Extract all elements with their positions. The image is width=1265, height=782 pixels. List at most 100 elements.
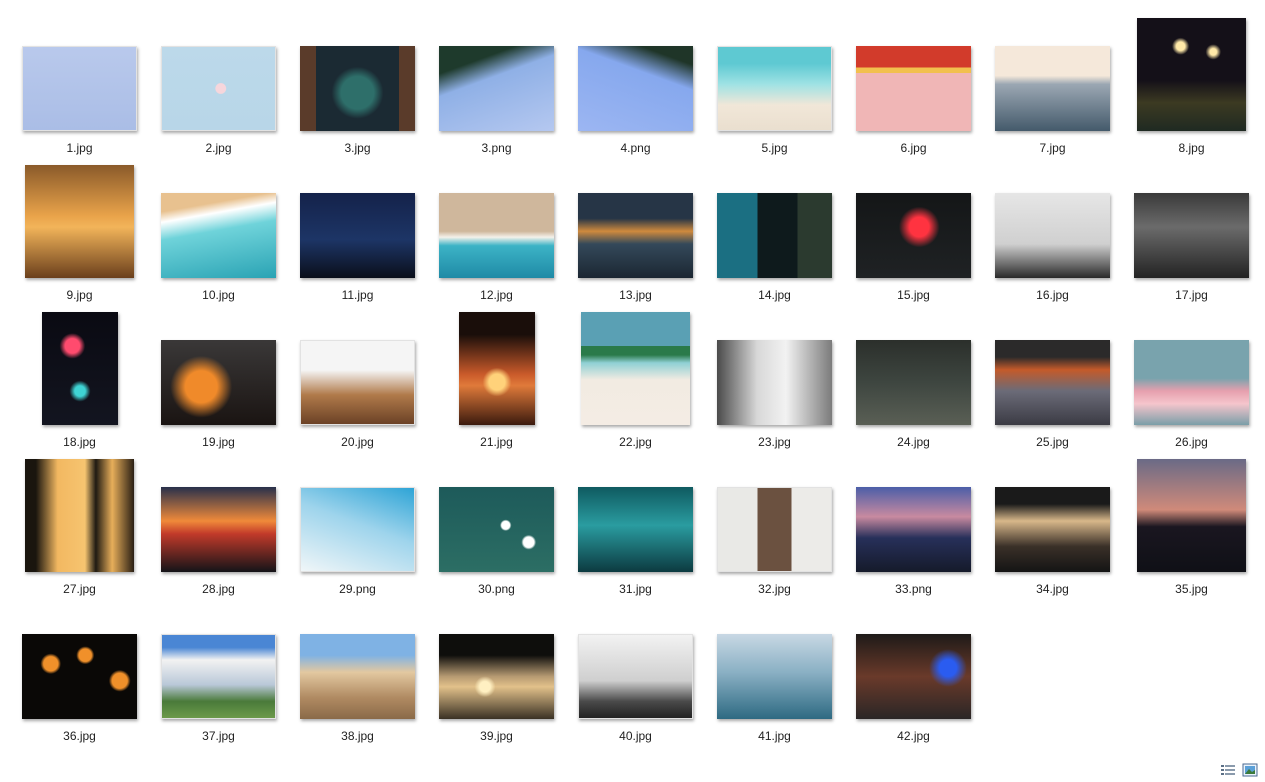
thumbnail-frame (427, 165, 566, 282)
thumbnail-frame (566, 18, 705, 135)
file-name-label: 39.jpg (480, 729, 513, 743)
thumbnail-frame (844, 606, 983, 723)
thumbnail-frame (566, 165, 705, 282)
thumbnail-frame (10, 606, 149, 723)
file-item[interactable]: 41.jpg (705, 606, 844, 753)
file-item[interactable]: 22.jpg (566, 312, 705, 459)
file-item[interactable]: 39.jpg (427, 606, 566, 753)
thumbnail-frame (705, 18, 844, 135)
file-name-label: 2.jpg (205, 141, 232, 155)
file-name-label: 8.jpg (1178, 141, 1205, 155)
file-item[interactable]: 3.jpg (288, 18, 427, 165)
file-item[interactable]: 14.jpg (705, 165, 844, 312)
file-name-label: 4.png (620, 141, 651, 155)
file-name-label: 16.jpg (1036, 288, 1069, 302)
file-name-label: 30.png (478, 582, 515, 596)
file-name-label: 11.jpg (341, 288, 374, 302)
file-item[interactable]: 32.jpg (705, 459, 844, 606)
file-item[interactable]: 30.png (427, 459, 566, 606)
file-item[interactable]: 18.jpg (10, 312, 149, 459)
thumbnail-frame (288, 165, 427, 282)
large-icons-view-button[interactable] (1242, 763, 1258, 777)
file-item[interactable]: 3.png (427, 18, 566, 165)
file-item[interactable]: 34.jpg (983, 459, 1122, 606)
thumbnail-frame (288, 18, 427, 135)
file-item[interactable]: 24.jpg (844, 312, 983, 459)
thumbnail-image (439, 487, 554, 572)
file-item[interactable]: 40.jpg (566, 606, 705, 753)
thumbnail-image (22, 634, 137, 719)
file-item[interactable]: 1.jpg (10, 18, 149, 165)
thumbnail-image (856, 634, 971, 719)
thumbnail-image (578, 487, 693, 572)
thumbnail-frame (427, 459, 566, 576)
file-name-label: 29.png (339, 582, 376, 596)
file-name-label: 35.jpg (1175, 582, 1208, 596)
thumbnail-frame (149, 165, 288, 282)
file-item[interactable]: 6.jpg (844, 18, 983, 165)
thumbnail-image (717, 487, 832, 572)
file-item[interactable]: 11.jpg (288, 165, 427, 312)
thumbnail-image (439, 46, 554, 131)
file-item[interactable]: 36.jpg (10, 606, 149, 753)
file-item[interactable]: 35.jpg (1122, 459, 1261, 606)
file-item[interactable]: 23.jpg (705, 312, 844, 459)
file-item[interactable]: 16.jpg (983, 165, 1122, 312)
thumbnail-frame (10, 165, 149, 282)
file-item[interactable]: 2.jpg (149, 18, 288, 165)
file-item[interactable]: 20.jpg (288, 312, 427, 459)
file-item[interactable]: 4.png (566, 18, 705, 165)
thumbnail-frame (566, 606, 705, 723)
thumbnail-frame (844, 459, 983, 576)
thumbnail-frame (149, 312, 288, 429)
file-item[interactable]: 27.jpg (10, 459, 149, 606)
thumbnail-frame (149, 18, 288, 135)
file-item[interactable]: 19.jpg (149, 312, 288, 459)
thumbnail-frame (149, 606, 288, 723)
file-name-label: 25.jpg (1036, 435, 1069, 449)
file-item[interactable]: 25.jpg (983, 312, 1122, 459)
file-item[interactable]: 7.jpg (983, 18, 1122, 165)
thumbnail-image (856, 193, 971, 278)
thumbnail-frame (844, 18, 983, 135)
file-item[interactable]: 10.jpg (149, 165, 288, 312)
file-item[interactable]: 37.jpg (149, 606, 288, 753)
thumbnail-image (995, 487, 1110, 572)
file-name-label: 37.jpg (202, 729, 235, 743)
thumbnail-frame (1122, 459, 1261, 576)
file-item[interactable]: 15.jpg (844, 165, 983, 312)
thumbnail-image (1137, 18, 1246, 131)
file-name-label: 14.jpg (758, 288, 791, 302)
thumbnail-frame (1122, 165, 1261, 282)
file-item[interactable]: 8.jpg (1122, 18, 1261, 165)
thumbnail-frame (10, 459, 149, 576)
file-item[interactable]: 38.jpg (288, 606, 427, 753)
thumbnail-frame (1122, 312, 1261, 429)
file-item[interactable]: 17.jpg (1122, 165, 1261, 312)
details-view-button[interactable] (1220, 763, 1236, 777)
file-item[interactable]: 26.jpg (1122, 312, 1261, 459)
file-grid: 1.jpg 2.jpg 3.jpg 3.png 4.png 5.jpg 6.jpg 7.jpg… (0, 0, 1265, 760)
thumbnail-image (300, 634, 415, 719)
file-name-label: 13.jpg (619, 288, 652, 302)
file-item[interactable]: 13.jpg (566, 165, 705, 312)
file-item[interactable]: 21.jpg (427, 312, 566, 459)
file-item[interactable]: 5.jpg (705, 18, 844, 165)
file-item[interactable]: 12.jpg (427, 165, 566, 312)
file-item[interactable]: 33.png (844, 459, 983, 606)
thumbnail-frame (566, 312, 705, 429)
file-name-label: 3.jpg (344, 141, 371, 155)
thumbnail-frame (566, 459, 705, 576)
thumbnail-image (1134, 193, 1249, 278)
file-item[interactable]: 28.jpg (149, 459, 288, 606)
thumbnail-image (42, 312, 118, 425)
file-item[interactable]: 31.jpg (566, 459, 705, 606)
file-item[interactable]: 29.png (288, 459, 427, 606)
thumbnail-frame (705, 312, 844, 429)
thumbnail-image (578, 634, 693, 719)
thumbnail-image (300, 46, 415, 131)
file-item[interactable]: 9.jpg (10, 165, 149, 312)
thumbnail-frame (705, 459, 844, 576)
file-item[interactable]: 42.jpg (844, 606, 983, 753)
thumbnail-frame (149, 459, 288, 576)
